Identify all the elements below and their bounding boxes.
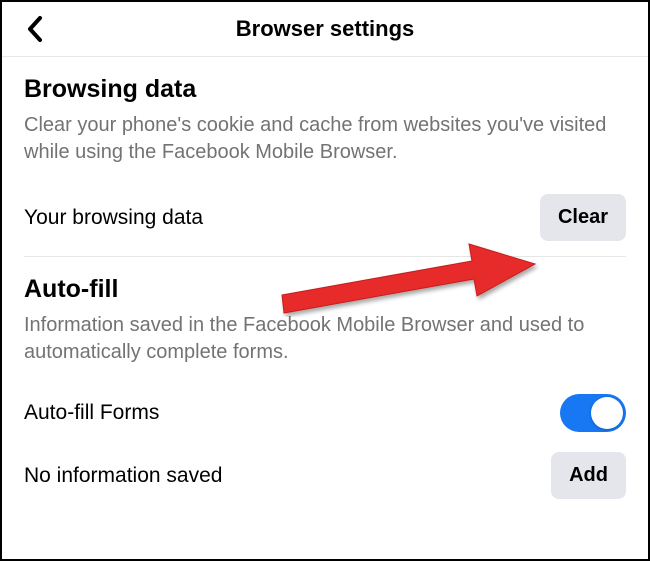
autofill-forms-row: Auto-fill Forms bbox=[24, 384, 626, 442]
autofill-forms-toggle[interactable] bbox=[560, 394, 626, 432]
content: Browsing data Clear your phone's cookie … bbox=[2, 57, 648, 509]
autofill-forms-label: Auto-fill Forms bbox=[24, 401, 159, 425]
browsing-data-section: Browsing data Clear your phone's cookie … bbox=[24, 75, 626, 251]
divider bbox=[24, 256, 626, 257]
header: Browser settings bbox=[2, 2, 648, 57]
page-title: Browser settings bbox=[236, 16, 415, 42]
clear-button[interactable]: Clear bbox=[540, 194, 626, 241]
toggle-knob bbox=[591, 397, 623, 429]
autofill-section: Auto-fill Information saved in the Faceb… bbox=[24, 275, 626, 509]
back-button[interactable] bbox=[20, 14, 50, 44]
autofill-title: Auto-fill bbox=[24, 275, 626, 304]
autofill-info-row: No information saved Add bbox=[24, 442, 626, 509]
browsing-data-row: Your browsing data Clear bbox=[24, 184, 626, 251]
browsing-data-label: Your browsing data bbox=[24, 206, 203, 230]
add-button[interactable]: Add bbox=[551, 452, 626, 499]
chevron-left-icon bbox=[27, 16, 43, 42]
browsing-data-title: Browsing data bbox=[24, 75, 626, 104]
autofill-description: Information saved in the Facebook Mobile… bbox=[24, 312, 626, 366]
autofill-info-label: No information saved bbox=[24, 464, 222, 488]
browsing-data-description: Clear your phone's cookie and cache from… bbox=[24, 112, 626, 166]
